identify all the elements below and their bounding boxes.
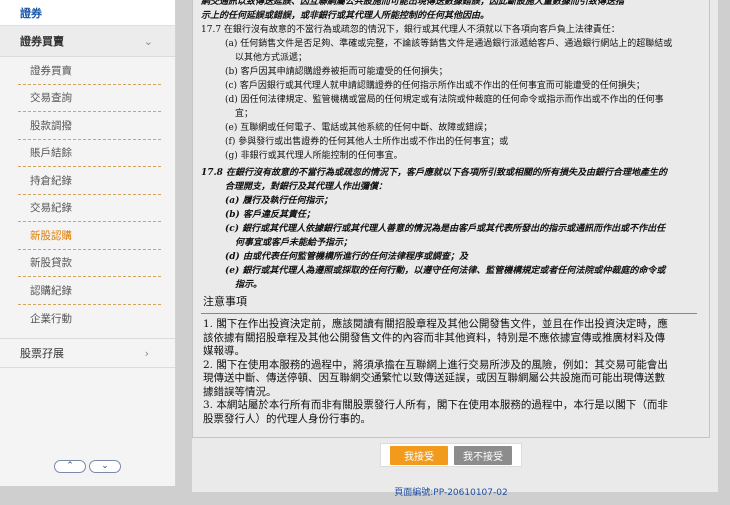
clause-item: (b) 客戶違反其責任； xyxy=(225,210,315,220)
sidebar-item-subscription-records[interactable]: 認購紀錄 xyxy=(18,277,161,305)
sidebar-item-label: 交易紀錄 xyxy=(30,202,72,215)
sidebar-item-transaction-enquiry[interactable]: 交易查詢 xyxy=(18,85,161,112)
sidebar-item-label: 股款調撥 xyxy=(30,119,72,132)
notice-line: 媒報導。 xyxy=(203,345,245,357)
clause-item: (a) 任何銷售文件是否足夠、準確或完整，不論該等銷售文件是通過銀行派遞給客戶、… xyxy=(225,39,673,49)
clause-item: (e) 銀行或其代理人為遵照或採取的任何行動，以遵守任何法律、監管機構規定或者任… xyxy=(225,266,666,276)
clause-17-8-intro: 17.8 在銀行沒有故意的不當行為或疏忽的情況下，客戶應就以下各項所引致或相關的… xyxy=(201,168,668,178)
sidebar-item-securities-trading[interactable]: 證券買賣 xyxy=(18,57,161,85)
sidebar-section-margin[interactable]: 股票孖展 › xyxy=(0,338,175,368)
terms-text: 示上的任何延誤或錯誤，或非銀行或其代理人所能控制的任何其他因由。 xyxy=(201,11,490,21)
sidebar-item-transaction-records[interactable]: 交易紀錄 xyxy=(18,195,161,222)
sidebar-section-label: 證券買賣 xyxy=(20,35,64,48)
clause-item: 宜； xyxy=(235,109,254,119)
clause-item: (f) 參與發行或出售證券的任何其他人士所作出或不作出的任何事宜；或 xyxy=(225,137,509,147)
sidebar-item-account-balance[interactable]: 賬戶結餘 xyxy=(18,140,161,167)
sidebar-item-ipo-loan[interactable]: 新股貸款 xyxy=(18,250,161,277)
main-content: 網交通訊以致傳送延誤、因互聯網屬公共設施而可能出現傳送數據錯誤，因此斷設施大量數… xyxy=(192,0,718,498)
sidebar-item-label: 新股貸款 xyxy=(30,257,72,270)
sidebar-item-label: 交易查詢 xyxy=(30,92,72,105)
sidebar-item-fund-transfer[interactable]: 股款調撥 xyxy=(18,112,161,140)
sidebar-item-label: 認購紀錄 xyxy=(30,284,72,297)
divider xyxy=(201,313,697,314)
clause-item: (c) 銀行或其代理人依據銀行或其代理人善意的情況為是由客戶或其代表所發出的指示… xyxy=(225,224,666,234)
sidebar-section-securities-trading[interactable]: 證券買賣 ⌄ xyxy=(0,26,175,57)
terms-text: 網交通訊以致傳送延誤、因互聯網屬公共設施而可能出現傳送數據錯誤，因此斷設施大量數… xyxy=(201,0,625,7)
sidebar-header[interactable]: 證券 xyxy=(0,0,175,26)
clause-item: 以其他方式派遞； xyxy=(235,53,308,63)
clause-17-7-intro: 17.7 在銀行沒有故意的不當行為或疏忽的情況下，銀行或其代理人不須就以下各項向… xyxy=(201,25,620,35)
clause-item: (c) 客戶因銀行或其代理人就申請認購證券的任何指示所作出或不作出的任何事宜而可… xyxy=(225,81,645,91)
sidebar-menu: 證券買賣 交易查詢 股款調撥 賬戶結餘 持倉紀錄 交易紀錄 新股認購 新股貸款 … xyxy=(0,57,175,332)
notice-line: 2. 閣下在使用本服務的過程中，將須承擔在互聯網上進行交易所涉及的風險，例如：其… xyxy=(203,358,668,371)
clause-item: (d) 因任何法律規定、監管機構或當局的任何規定或有法院或仲裁庭的任何命令或指示… xyxy=(225,95,664,105)
scroll-down-button[interactable]: ⌄ xyxy=(89,460,121,473)
clause-item: (g) 非銀行或其代理人所能控制的任何事宜。 xyxy=(225,151,403,161)
sidebar-item-holdings[interactable]: 持倉紀錄 xyxy=(18,167,161,195)
consent-button-group: 我接受 我不接受 xyxy=(380,443,522,467)
sidebar-section-label: 股票孖展 xyxy=(20,347,64,360)
notice-line: 1. 閣下在作出投資決定前，應該閱讀有關招股章程及其他公開發售文件，並且在作出投… xyxy=(203,318,668,330)
sidebar-item-label: 新股認購 xyxy=(30,229,72,242)
clause-item: 指示。 xyxy=(235,280,263,290)
scroll-up-button[interactable]: ⌃ xyxy=(54,460,86,473)
notice-line: 現傳送中斷、傳送停頓、因互聯網交通繁忙以致傳送延誤，或因互聯網屬公共設施而可能出… xyxy=(203,372,665,384)
notice-line: 股票發行人）的代理人身份行事的。 xyxy=(203,412,371,425)
chevron-down-icon: ⌄ xyxy=(101,461,109,471)
sidebar-item-ipo-subscription[interactable]: 新股認購 xyxy=(18,222,161,250)
sidebar: 證券 證券買賣 ⌄ 證券買賣 交易查詢 股款調撥 賬戶結餘 持倉紀錄 交易紀錄 … xyxy=(0,0,176,486)
clause-item: (d) 由或代表任何監管機構所進行的任何法律程序或調查；及 xyxy=(225,252,468,262)
sidebar-item-label: 企業行動 xyxy=(30,312,72,325)
sidebar-item-label: 證券買賣 xyxy=(30,64,72,77)
notice-line: 3. 本網站屬於本行所有而非有關股票發行人所有，閣下在使用本服務的過程中，本行是… xyxy=(203,399,668,411)
chevron-up-icon: ⌃ xyxy=(66,461,74,471)
clause-item: (a) 履行及執行任何指示； xyxy=(225,196,333,206)
sidebar-item-label: 賬戶結餘 xyxy=(30,147,72,160)
sidebar-scroll-controls: ⌃ ⌄ xyxy=(54,460,121,473)
clause-17-8-intro: 合理開支，對銀行及其代理人作出彌償： xyxy=(225,182,388,192)
terms-panel: 網交通訊以致傳送延誤、因互聯網屬公共設施而可能出現傳送數據錯誤，因此斷設施大量數… xyxy=(192,0,710,438)
chevron-down-icon: ⌄ xyxy=(143,34,153,48)
notice-line: 該依據有關招股章程及其他公開發售文件的內容而非其他資料，特別是不應依據宣傳或推廣… xyxy=(203,331,665,344)
clause-item: 何事宜或客戶未能給予指示； xyxy=(235,238,353,248)
clause-item: (e) 互聯網或任何電子、電話或其他系統的任何中斷、故障或錯誤； xyxy=(225,123,493,133)
sidebar-item-label: 持倉紀錄 xyxy=(30,174,72,187)
sidebar-header-label: 證券 xyxy=(20,6,42,20)
sidebar-item-corporate-actions[interactable]: 企業行動 xyxy=(18,305,161,333)
notice-title: 注意事項 xyxy=(203,295,247,308)
decline-button[interactable]: 我不接受 xyxy=(454,445,512,465)
notice-line: 據錯誤等情況。 xyxy=(203,385,277,398)
page-code: 頁面編號:PP-20610107-02 xyxy=(394,488,508,498)
accept-button[interactable]: 我接受 xyxy=(390,445,448,465)
clause-item: (b) 客戶因其申請認購證券被拒而可能遭受的任何損失； xyxy=(225,67,448,77)
chevron-right-icon: › xyxy=(144,346,149,360)
